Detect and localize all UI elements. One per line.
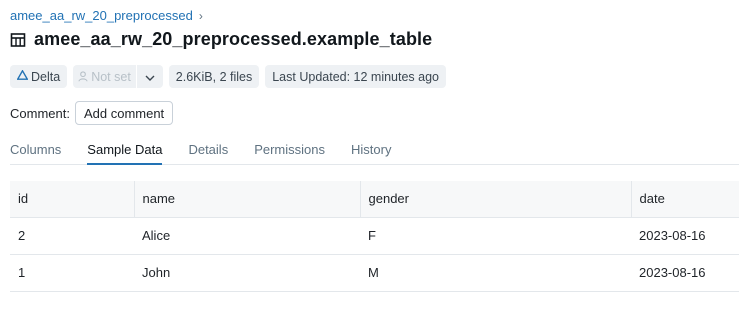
owner-select[interactable]: Not set: [73, 65, 163, 88]
tab-permissions[interactable]: Permissions: [254, 136, 325, 165]
table-row: 1 John M 2023-08-16: [10, 254, 739, 292]
table-cell: Alice: [134, 217, 360, 255]
format-label: Delta: [31, 69, 61, 84]
tab-bar: Columns Sample Data Details Permissions …: [10, 136, 739, 165]
column-header-gender[interactable]: gender: [359, 181, 631, 218]
breadcrumb: amee_aa_rw_20_preprocessed ›: [10, 8, 203, 23]
table-cell: 1: [10, 254, 134, 292]
table-cell: 2023-08-16: [631, 217, 739, 255]
page-header: amee_aa_rw_20_preprocessed.example_table: [10, 29, 432, 50]
owner-dropdown-button[interactable]: [136, 65, 163, 88]
table-row: 2 Alice F 2023-08-16: [10, 217, 739, 255]
tab-sample-data[interactable]: Sample Data: [87, 136, 163, 165]
column-header-id[interactable]: id: [10, 181, 134, 218]
tab-details[interactable]: Details: [188, 136, 228, 165]
table-cell: M: [360, 254, 631, 292]
table-header-row: id name gender date: [10, 181, 739, 218]
chevron-right-icon: ›: [198, 8, 203, 23]
page-title: amee_aa_rw_20_preprocessed.example_table: [34, 29, 433, 49]
table-cell: John: [134, 254, 360, 292]
last-updated-badge: Last Updated: 12 minutes ago: [265, 65, 447, 88]
owner-placeholder: Not set: [91, 69, 131, 84]
owner-value[interactable]: Not set: [73, 65, 136, 88]
format-badge: Delta: [10, 65, 68, 88]
tab-columns[interactable]: Columns: [10, 136, 61, 165]
table-cell: 2: [10, 217, 134, 255]
size-badge: 2.6KiB, 2 files: [168, 65, 260, 88]
chevron-down-icon: [145, 70, 155, 84]
comment-label: Comment:: [10, 105, 70, 121]
tab-history[interactable]: History: [351, 136, 391, 165]
column-header-date[interactable]: date: [630, 181, 739, 218]
table-metadata-pills: Delta Not set 2.6KiB, 2 files Last Updat…: [10, 65, 447, 88]
add-comment-button[interactable]: Add comment: [74, 101, 174, 125]
table-cell: 2023-08-16: [631, 254, 739, 292]
table-icon: [10, 32, 26, 48]
table-cell: F: [360, 217, 631, 255]
user-icon: [78, 71, 88, 82]
comment-row: Comment: Add comment: [10, 101, 174, 125]
sample-data-table: id name gender date 2 Alice F 2023-08-16…: [10, 181, 739, 292]
delta-icon: [16, 69, 29, 83]
breadcrumb-schema-link[interactable]: amee_aa_rw_20_preprocessed: [10, 8, 193, 23]
column-header-name[interactable]: name: [133, 181, 360, 218]
